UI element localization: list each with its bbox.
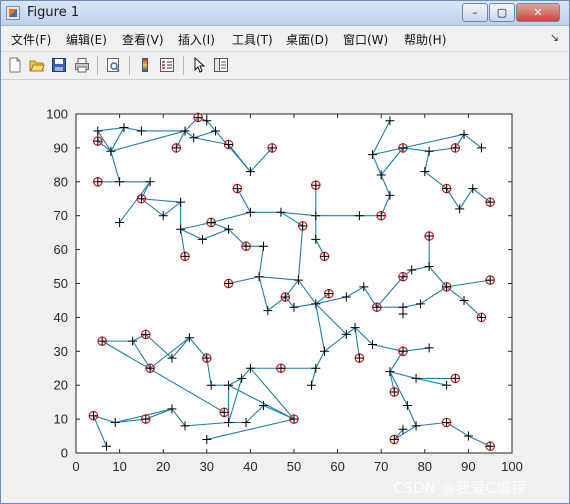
circle-node-marker [206, 217, 216, 228]
circle-node-marker [441, 417, 452, 428]
circle-node-marker [276, 363, 286, 374]
print-preview-icon[interactable] [105, 57, 121, 73]
y-tick-label: 40 [54, 310, 68, 325]
figure-window: Figure 1 – ▢ ✕ 文件(F) 编辑(E) 查看(V) 插入(I) 工… [0, 0, 570, 504]
circle-node-marker [223, 278, 234, 289]
y-tick-label: 50 [54, 276, 68, 291]
menu-edit[interactable]: 编辑(E) [66, 31, 107, 48]
y-tick-label: 80 [54, 174, 68, 189]
circle-node-marker [485, 197, 495, 207]
circle-node-marker [476, 312, 487, 323]
x-tick-label: 20 [156, 459, 170, 474]
circle-node-marker [424, 231, 434, 241]
circle-node-marker [136, 193, 147, 204]
circle-node-marker [140, 329, 151, 340]
save-icon[interactable] [51, 57, 67, 73]
circle-node-marker [140, 414, 151, 424]
circle-node-marker [389, 434, 400, 445]
menu-overflow-icon[interactable]: ↘ [550, 31, 559, 44]
circle-node-marker [93, 136, 103, 146]
x-tick-label: 60 [330, 459, 344, 474]
menu-window[interactable]: 窗口(W) [343, 31, 388, 48]
y-tick-label: 100 [46, 107, 68, 122]
circle-node-marker [97, 336, 107, 346]
menu-view[interactable]: 查看(V) [122, 31, 164, 48]
circle-node-marker [241, 241, 251, 252]
circle-node-marker [223, 139, 234, 150]
circle-node-marker [450, 373, 461, 384]
circle-node-marker [267, 143, 277, 153]
circle-node-marker [232, 183, 243, 194]
circle-node-marker [289, 414, 299, 424]
x-tick-label: 30 [200, 459, 214, 474]
close-button[interactable]: ✕ [516, 3, 560, 22]
menu-file[interactable]: 文件(F) [11, 31, 51, 48]
circle-node-marker [485, 441, 495, 452]
window-title: Figure 1 [27, 5, 80, 20]
toolbar-separator [97, 56, 98, 75]
circle-node-marker [398, 271, 408, 282]
circle-node-marker [354, 353, 365, 363]
circle-node-marker [319, 251, 330, 262]
y-tick-label: 70 [54, 208, 68, 223]
graph-plot[interactable]: 0 10 20 30 40 50 60 70 80 90 100 0 10 20 30 40 50 60 70 80 9… [1, 80, 569, 504]
circle-node-marker [193, 112, 203, 123]
property-inspector-icon[interactable] [213, 57, 229, 73]
x-tick-label: 0 [72, 459, 79, 474]
title-bar[interactable]: Figure 1 – ▢ ✕ [1, 1, 569, 26]
circle-node-marker [93, 177, 103, 187]
toolbar-separator [129, 56, 130, 75]
circle-node-marker [145, 363, 155, 374]
circle-node-marker [389, 387, 400, 397]
y-tick-label: 20 [54, 378, 68, 393]
circle-node-marker [171, 143, 182, 153]
y-tick-label: 0 [61, 446, 68, 461]
toolbar-separator [183, 56, 184, 75]
matlab-figure-icon [6, 6, 20, 20]
open-file-icon[interactable] [29, 57, 45, 73]
circle-node-marker [219, 407, 230, 418]
toolbar [1, 52, 569, 80]
x-tick-label: 10 [112, 459, 126, 474]
circle-node-marker [398, 143, 408, 153]
menu-desktop[interactable]: 桌面(D) [286, 31, 329, 48]
circle-node-marker [310, 180, 321, 190]
insert-legend-icon[interactable] [159, 57, 175, 73]
y-tick-label: 10 [54, 412, 68, 427]
menu-bar: 文件(F) 编辑(E) 查看(V) 插入(I) 工具(T) 桌面(D) 窗口(W… [1, 26, 569, 52]
figure-area: 0 10 20 30 40 50 60 70 80 90 100 0 10 20 30 40 50 60 70 80 9… [1, 80, 569, 504]
menu-tools[interactable]: 工具(T) [232, 31, 273, 48]
circle-node-marker [376, 210, 386, 221]
y-tick-label: 30 [54, 344, 68, 359]
circle-node-marker [398, 346, 408, 357]
y-tick-label: 60 [54, 242, 68, 257]
circle-node-marker [180, 251, 190, 262]
minimize-button[interactable]: – [462, 3, 488, 22]
circle-node-marker [441, 183, 452, 194]
new-figure-icon[interactable] [7, 57, 23, 73]
x-tick-label: 70 [374, 459, 388, 474]
circle-node-marker [202, 353, 212, 363]
circle-node-marker [485, 275, 495, 285]
circle-node-marker [450, 143, 461, 153]
x-tick-label: 50 [287, 459, 301, 474]
maximize-button[interactable]: ▢ [489, 3, 515, 22]
circle-node-marker [88, 410, 99, 421]
y-tick-label: 90 [54, 140, 68, 155]
menu-help[interactable]: 帮助(H) [404, 31, 446, 48]
x-tick-label: 80 [418, 459, 432, 474]
circle-node-marker [280, 292, 291, 302]
circle-node-marker [297, 221, 308, 231]
insert-colorbar-icon[interactable] [137, 57, 153, 73]
pointer-icon[interactable] [191, 57, 207, 73]
x-tick-label: 100 [501, 459, 523, 474]
x-tick-label: 40 [243, 459, 257, 474]
menu-insert[interactable]: 插入(I) [178, 31, 215, 48]
x-tick-label: 90 [461, 459, 475, 474]
circle-node-marker [441, 282, 452, 292]
print-icon[interactable] [74, 57, 90, 73]
circle-node-marker [324, 288, 334, 299]
circle-node-marker [372, 302, 382, 313]
watermark-text: CSDN @我爱C编程 [393, 479, 526, 497]
